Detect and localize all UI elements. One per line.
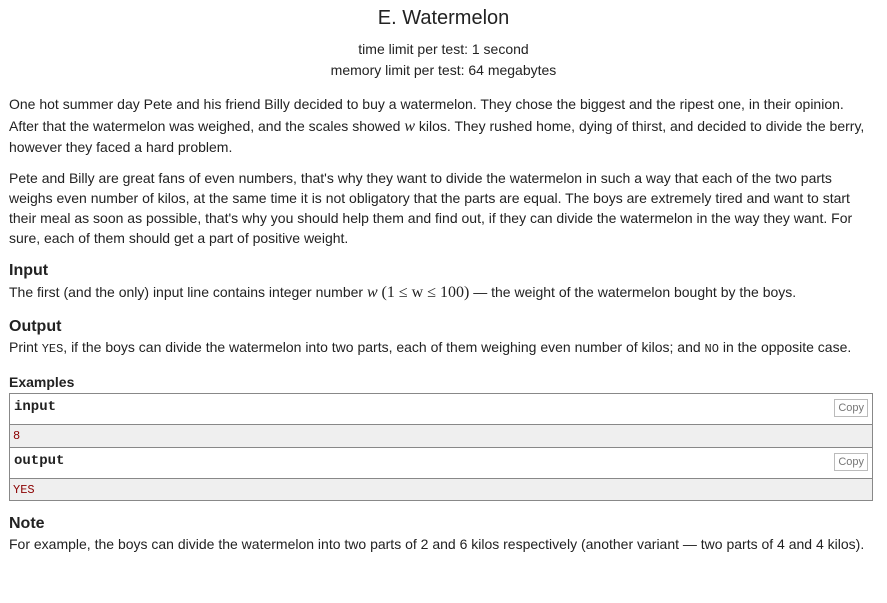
input-description: The first (and the only) input line cont… — [9, 282, 879, 303]
statement-text: Pete and Billy are great fans of even nu… — [9, 170, 853, 246]
output-text: in the opposite case. — [718, 339, 852, 355]
statement-line-3: however they faced a hard problem. — [9, 139, 233, 155]
input-text: The first (and the only) input line cont… — [9, 284, 367, 300]
copy-input-button[interactable]: Copy — [834, 399, 868, 417]
constraint: (1 ≤ w ≤ 100) — [381, 284, 470, 301]
input-example-data: 8 — [9, 424, 873, 448]
statement-text: kilos. They rushed home, dying of thirst… — [415, 118, 865, 134]
output-description: Print YES, if the boys can divide the wa… — [9, 337, 879, 359]
memory-limit: memory limit per test: 64 megabytes — [330, 62, 557, 78]
output-example-header: output Copy — [9, 447, 873, 479]
statement-line-2: After that the watermelon was weighed, a… — [9, 116, 879, 137]
yes-token: YES — [41, 342, 64, 356]
output-example-label: output — [14, 453, 65, 469]
examples-heading: Examples — [9, 374, 75, 390]
input-text: — the weight of the watermelon bought by… — [469, 284, 797, 300]
note-content: For example, the boys can divide the wat… — [9, 536, 865, 552]
copy-output-button[interactable]: Copy — [834, 453, 868, 471]
statement-text: After that the watermelon was weighed, a… — [9, 118, 405, 134]
no-token: NO — [704, 342, 719, 356]
input-heading: Input — [9, 262, 49, 279]
output-text: , if the boys can divide the watermelon … — [63, 339, 705, 355]
problem-page: E. Watermelon time limit per test: 1 sec… — [0, 0, 887, 603]
statement-paragraph-2: Pete and Billy are great fans of even nu… — [9, 168, 879, 248]
variable-w: w — [366, 284, 378, 301]
output-text: Print — [9, 339, 42, 355]
problem-title: E. Watermelon — [377, 7, 510, 29]
input-example-header: input Copy — [9, 393, 873, 425]
variable-w: w — [404, 118, 416, 135]
statement-line-1: One hot summer day Pete and his friend B… — [9, 96, 844, 112]
output-example-value: YES — [13, 483, 35, 497]
note-text: For example, the boys can divide the wat… — [9, 534, 879, 554]
statement-paragraph-1: One hot summer day Pete and his friend B… — [9, 94, 879, 157]
output-example-data: YES — [9, 478, 873, 501]
note-heading: Note — [9, 515, 45, 532]
input-example-value: 8 — [13, 429, 21, 443]
input-example-label: input — [14, 399, 57, 415]
output-heading: Output — [9, 318, 62, 335]
time-limit: time limit per test: 1 second — [358, 41, 529, 57]
